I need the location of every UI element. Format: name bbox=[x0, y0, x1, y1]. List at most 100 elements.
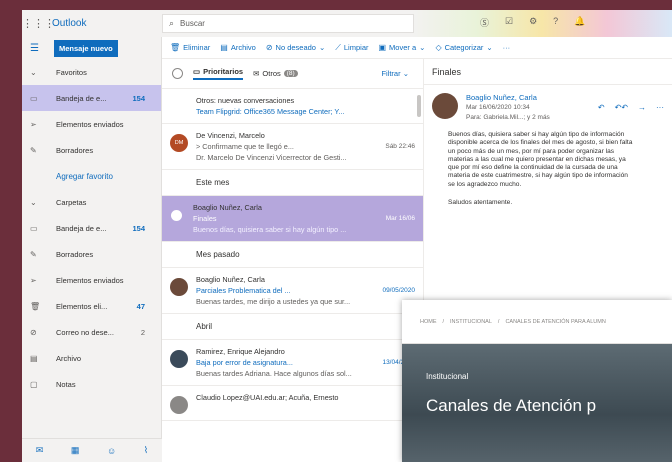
send-icon: ➢ bbox=[30, 275, 37, 285]
sender-name[interactable]: Boaglio Nuñez, Carla bbox=[466, 93, 590, 103]
list-item[interactable]: DM De Vincenzi, Marcelo > Confirmame que… bbox=[162, 124, 423, 170]
message-body: Claudio Lopez@UAI.edu.ar; Acuña, Ernesto bbox=[196, 392, 415, 414]
sidebar-item-label: Notas bbox=[56, 379, 76, 389]
message-date: Sáb 22:46 bbox=[385, 143, 415, 150]
message-date: Mar 16/06 bbox=[385, 215, 415, 222]
inbox-icon: ▭ bbox=[30, 93, 38, 103]
new-mail-button[interactable]: Mensaje nuevo bbox=[54, 39, 118, 57]
list-item[interactable]: Claudio Lopez@UAI.edu.ar; Acuña, Ernesto bbox=[162, 386, 423, 421]
sidebar-item-label: Borradores bbox=[56, 249, 94, 259]
message-preview: Buenos días, quisiera saber si hay algún… bbox=[193, 225, 347, 234]
select-radio[interactable] bbox=[171, 210, 182, 221]
sidebar-item-label: Bandeja de e... bbox=[56, 93, 107, 103]
app-launcher-icon[interactable]: ⋮⋮⋮ bbox=[22, 17, 55, 30]
top-icons: Ⓢ ☑ ⚙ ? 🔔 bbox=[480, 16, 585, 29]
tab-label: Prioritarios bbox=[203, 67, 244, 76]
message-sender: De Vincenzi, Marcelo bbox=[196, 131, 265, 140]
pencil-icon: ✎ bbox=[30, 145, 37, 155]
tab-focused[interactable]: ▭ Prioritarios bbox=[193, 67, 244, 80]
other-banner[interactable]: Otros: nuevas conversaciones Team Flipgr… bbox=[162, 89, 423, 124]
list-item[interactable]: Boaglio Nuñez, Carla Parciales Problemat… bbox=[162, 268, 423, 314]
select-all-checkbox[interactable] bbox=[172, 68, 183, 79]
move-button[interactable]: ▣ Mover a ⌄ bbox=[378, 43, 425, 52]
menu-icon[interactable]: ☰ bbox=[30, 43, 54, 54]
unread-count: 47 bbox=[136, 301, 145, 311]
search-box[interactable]: ⌕ Buscar bbox=[162, 14, 414, 33]
sidebar-item-deleted[interactable]: 🗑 Elementos eli... 47 bbox=[22, 293, 161, 319]
breadcrumb-home[interactable]: HOME bbox=[420, 319, 437, 325]
sidebar-item-notes[interactable]: ▢ Notas bbox=[22, 371, 161, 397]
todo-icon[interactable]: ☑ bbox=[505, 16, 513, 29]
tab-other[interactable]: ✉ Otros (8) bbox=[253, 69, 298, 78]
message-subject: Baja por error de asignatura... bbox=[196, 358, 293, 367]
reply-icon[interactable]: ↶ bbox=[598, 103, 605, 123]
sidebar-item-drafts[interactable]: ✎ Borradores bbox=[22, 241, 161, 267]
mail-icon: ✉ bbox=[253, 69, 260, 78]
message-subject: Finales bbox=[193, 214, 217, 223]
folder-pane: ☰ Mensaje nuevo ⌄ Favoritos ▭ Bandeja de… bbox=[22, 37, 162, 462]
conversation-title: Finales bbox=[424, 59, 672, 85]
junk-label: No deseado bbox=[275, 43, 316, 52]
filter-button[interactable]: Filtrar ⌄ bbox=[381, 69, 409, 78]
sweep-button[interactable]: ⟋ Limpiar bbox=[335, 43, 368, 53]
calendar-icon[interactable]: ▦ bbox=[71, 445, 80, 456]
module-switcher: ✉ ▦ ☺ ⌇ bbox=[22, 438, 162, 462]
add-favorite-link[interactable]: Agregar favorito bbox=[22, 163, 161, 189]
folders-header[interactable]: ⌄ Carpetas bbox=[22, 189, 161, 215]
sidebar-item-junk[interactable]: ⊘ Correo no dese... 2 bbox=[22, 319, 161, 345]
attach-icon[interactable]: ⌇ bbox=[144, 445, 148, 456]
people-icon[interactable]: ☺ bbox=[107, 446, 116, 456]
trash-icon: 🗑 bbox=[170, 43, 181, 52]
message-preview: Buenas tardes Adriana. Hace algunos días… bbox=[196, 369, 352, 378]
pencil-icon: ✎ bbox=[30, 249, 37, 259]
group-header-april: Abril bbox=[162, 314, 423, 340]
sidebar-item-drafts-favorite[interactable]: ✎ Borradores bbox=[22, 137, 161, 163]
hero-banner: Institucional Canales de Atención p bbox=[402, 344, 672, 462]
breadcrumb-institucional[interactable]: INSTITUCIONAL bbox=[450, 319, 492, 325]
message-body-text: Buenos días, quisiera saber si hay algún… bbox=[448, 131, 633, 188]
avatar bbox=[170, 278, 188, 296]
settings-icon[interactable]: ⚙ bbox=[529, 16, 537, 29]
sidebar-item-inbox-favorite[interactable]: ▭ Bandeja de e... 154 bbox=[22, 85, 161, 111]
search-input[interactable]: Buscar bbox=[180, 19, 205, 28]
group-header-this-month: Este mes bbox=[162, 170, 423, 196]
categorize-label: Categorizar bbox=[444, 43, 484, 52]
sidebar-item-inbox[interactable]: ▭ Bandeja de e... 154 bbox=[22, 215, 161, 241]
sidebar-item-sent[interactable]: ➢ Elementos enviados bbox=[22, 267, 161, 293]
hero-title: Canales de Atención p bbox=[426, 396, 597, 415]
app-name[interactable]: Outlook bbox=[48, 18, 146, 29]
avatar bbox=[432, 93, 458, 119]
notifications-icon[interactable]: 🔔 bbox=[574, 16, 585, 29]
sidebar-item-archive[interactable]: ▤ Archivo bbox=[22, 345, 161, 371]
list-item[interactable]: Ramirez, Enrique Alejandro Baja por erro… bbox=[162, 340, 423, 386]
categorize-button[interactable]: ◇ Categorizar ⌄ bbox=[435, 43, 492, 52]
favorites-header[interactable]: ⌄ Favoritos bbox=[22, 59, 161, 85]
hero-section-label: Institucional bbox=[426, 372, 469, 381]
sidebar-item-sent-favorite[interactable]: ➢ Elementos enviados bbox=[22, 111, 161, 137]
help-icon[interactable]: ? bbox=[553, 16, 558, 29]
skype-icon[interactable]: Ⓢ bbox=[480, 16, 489, 29]
recipients[interactable]: Para: Gabriela.Mil...; y 2 más bbox=[466, 113, 590, 123]
banner-title: Otros: nuevas conversaciones bbox=[196, 96, 295, 105]
message-preview: Dr. Marcelo De Vincenzi Vicerrector de G… bbox=[196, 153, 347, 162]
group-header-last-month: Mes pasado bbox=[162, 242, 423, 268]
forward-icon[interactable]: → bbox=[638, 103, 646, 123]
mail-icon[interactable]: ✉ bbox=[36, 445, 44, 456]
message-header: Boaglio Nuñez, Carla Mar 16/06/2020 10:3… bbox=[424, 85, 672, 131]
breadcrumb-separator: / bbox=[442, 318, 445, 325]
inbox-icon: ▭ bbox=[193, 67, 201, 76]
chevron-down-icon: ⌄ bbox=[402, 69, 409, 78]
note-icon: ▢ bbox=[30, 379, 38, 389]
more-button[interactable]: ··· bbox=[503, 43, 511, 52]
breadcrumb: HOME / INSTITUCIONAL / CANALES DE ATENCIÓN… bbox=[402, 300, 672, 344]
junk-button[interactable]: ⊘ No deseado ⌄ bbox=[266, 43, 325, 52]
list-item-selected[interactable]: Boaglio Nuñez, Carla Finales Mar 16/06 Bu… bbox=[162, 196, 423, 242]
archive-button[interactable]: ▤ Archivo bbox=[220, 43, 256, 52]
delete-button[interactable]: 🗑 Eliminar bbox=[170, 43, 210, 52]
breadcrumb-current: CANALES DE ATENCIÓN PARA ALUMN bbox=[505, 318, 606, 325]
sidebar-item-label: Bandeja de e... bbox=[56, 223, 107, 233]
reply-all-icon[interactable]: ↶↶ bbox=[615, 103, 628, 123]
outlook-window: ⋮⋮⋮ Outlook ⌕ Buscar Ⓢ ☑ ⚙ ? 🔔 ☰ Mensaje… bbox=[22, 10, 672, 462]
message-preview: Buenas tardes, me dirijo a ustedes ya qu… bbox=[196, 297, 351, 306]
more-icon[interactable]: ··· bbox=[656, 103, 664, 123]
